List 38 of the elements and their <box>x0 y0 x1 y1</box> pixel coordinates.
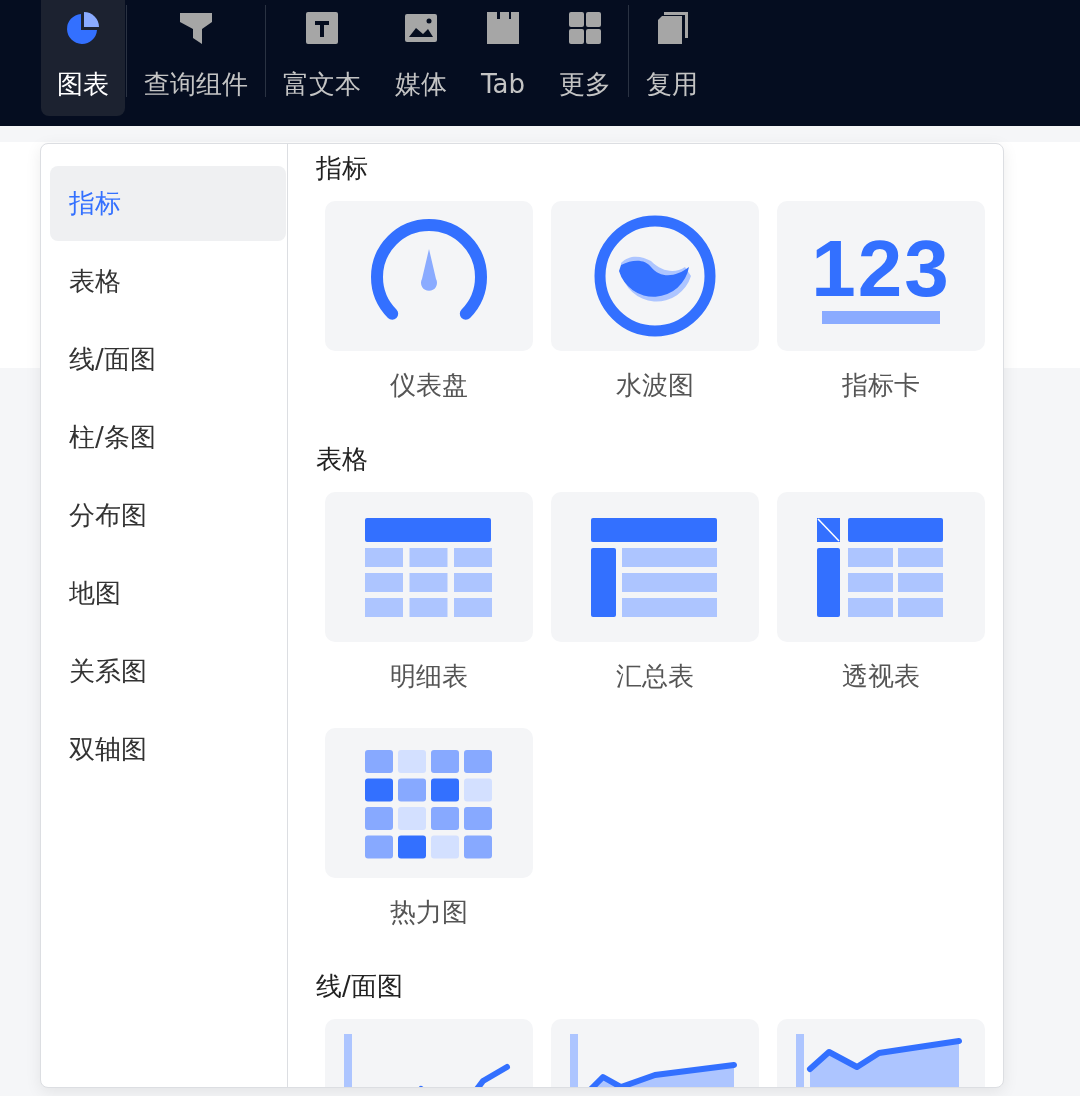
tab-icon <box>485 10 521 46</box>
section-title: 指标 <box>316 152 369 184</box>
text-icon <box>304 10 340 46</box>
toolbar-button[interactable]: 查询组件 <box>128 0 264 116</box>
chart-type-label: 明细表 <box>389 660 469 692</box>
chart-type-card[interactable] <box>777 492 985 642</box>
sidebar-item[interactable]: 关系图 <box>50 634 286 709</box>
sidebar-item[interactable]: 分布图 <box>50 478 286 553</box>
chart-type-card[interactable] <box>325 728 533 878</box>
filter-icon <box>178 10 214 46</box>
sidebar-item[interactable]: 表格 <box>50 244 286 319</box>
toolbar-button[interactable]: Tab <box>465 0 541 116</box>
chart-type-label: 汇总表 <box>615 660 695 692</box>
sidebar-item[interactable]: 地图 <box>50 556 286 631</box>
chart-type-card[interactable] <box>551 201 759 351</box>
kpi-number: 123 <box>811 228 951 309</box>
toolbar-button[interactable]: 富文本 <box>267 0 377 116</box>
section-title: 表格 <box>316 443 369 475</box>
chart-type-label: 热力图 <box>389 896 469 928</box>
chart-type-label: 仪表盘 <box>389 369 469 401</box>
pie-chart-icon <box>65 10 101 46</box>
sidebar-item[interactable]: 柱/条图 <box>50 400 286 475</box>
sidebar-item[interactable]: 指标 <box>50 166 286 241</box>
chart-type-card[interactable] <box>551 492 759 642</box>
chart-type-card[interactable] <box>325 201 533 351</box>
sidebar-item[interactable]: 线/面图 <box>50 322 286 397</box>
grid-icon <box>567 10 603 46</box>
toolbar-button[interactable]: 图表 <box>41 0 125 116</box>
toolbar-button[interactable]: 复用 <box>630 0 714 116</box>
sidebar-item[interactable]: 双轴图 <box>50 712 286 787</box>
chart-type-card[interactable]: 123 <box>777 201 985 351</box>
chart-type-label: 指标卡 <box>841 369 921 401</box>
chart-type-label: 水波图 <box>615 369 695 401</box>
toolbar-button[interactable]: 媒体 <box>379 0 463 116</box>
toolbar-button[interactable]: 更多 <box>543 0 627 116</box>
section-title: 线/面图 <box>316 970 404 1002</box>
chart-type-label: 透视表 <box>841 660 921 692</box>
chart-type-card[interactable] <box>325 492 533 642</box>
